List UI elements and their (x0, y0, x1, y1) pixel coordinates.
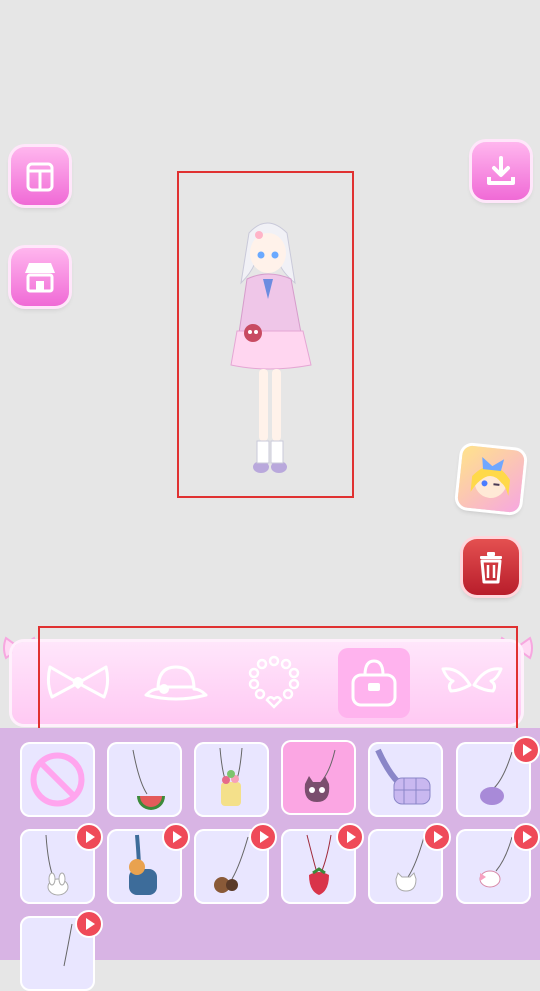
wardrobe-button[interactable] (11, 147, 69, 205)
delete-button[interactable] (463, 539, 519, 595)
category-wings[interactable] (436, 648, 508, 718)
trash-icon (480, 552, 502, 584)
none-icon (30, 752, 85, 807)
download-button[interactable] (472, 142, 530, 200)
hat-icon (144, 665, 208, 701)
category-bag[interactable] (338, 648, 410, 718)
category-necklace[interactable] (238, 648, 310, 718)
item-plaid-waist-bag[interactable] (368, 742, 443, 817)
character-figure[interactable] (179, 173, 352, 496)
wings-icon (441, 667, 503, 693)
bow-icon (46, 665, 110, 699)
download-icon (487, 156, 515, 185)
item-flower-basket-bag[interactable] (194, 742, 269, 817)
locked-badge[interactable] (512, 736, 540, 764)
shop-button[interactable] (11, 248, 69, 306)
character-avatar-icon (470, 456, 511, 498)
flower-basket-bag-icon (219, 747, 243, 806)
locked-badge[interactable] (162, 823, 190, 851)
locked-badge[interactable] (249, 823, 277, 851)
plaid-waist-bag-icon (375, 748, 431, 805)
category-bow[interactable] (42, 648, 114, 718)
character-preview-frame (177, 171, 354, 498)
item-watermelon-bag[interactable] (107, 742, 182, 817)
item-panel (0, 728, 540, 991)
bag-icon (351, 659, 397, 707)
locked-badge[interactable] (423, 823, 451, 851)
watermelon-bag-icon (132, 749, 165, 810)
locked-badge[interactable] (75, 823, 103, 851)
locked-badge[interactable] (512, 823, 540, 851)
category-bar (12, 642, 521, 724)
item-none[interactable] (20, 742, 95, 817)
locked-badge[interactable] (336, 823, 364, 851)
item-cat-bag[interactable] (281, 740, 356, 815)
locked-badge[interactable] (75, 910, 103, 938)
wardrobe-icon (26, 162, 54, 192)
necklace-icon (248, 655, 300, 709)
category-hat[interactable] (140, 648, 212, 718)
cat-bag-icon (304, 749, 336, 802)
shop-icon (25, 263, 55, 293)
character-select-button[interactable] (456, 444, 526, 514)
